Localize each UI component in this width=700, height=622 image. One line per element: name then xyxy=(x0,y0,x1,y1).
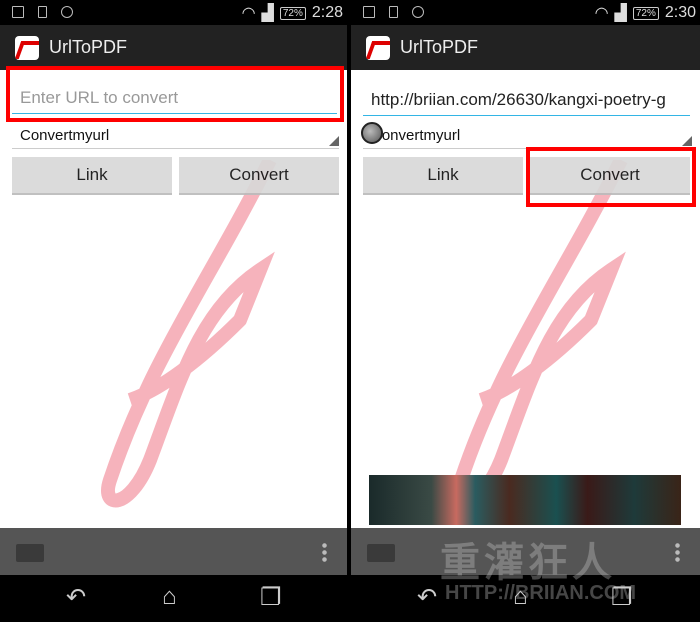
back-icon[interactable]: ↶ xyxy=(66,583,86,612)
status-bar: ◠ ▟ 72% 2:30 xyxy=(351,0,700,25)
bottom-bar xyxy=(0,528,347,575)
recent-apps-icon[interactable]: ❐ xyxy=(260,583,282,612)
battery-icon: 72% xyxy=(632,6,659,20)
highlight-box xyxy=(526,147,696,207)
url-input[interactable]: http://briian.com/26630/kangxi-poetry-g xyxy=(363,86,690,116)
folder-icon[interactable] xyxy=(16,544,44,562)
mode-spinner[interactable]: Convertmyurl xyxy=(12,123,339,149)
screen-before: ◠ ▟ 72% 2:28 UrlToPDF Enter URL to convert … xyxy=(0,0,347,622)
ad-banner[interactable] xyxy=(369,475,681,525)
wifi-icon: ◠ xyxy=(594,5,609,22)
pdf-watermark-logo xyxy=(452,160,628,508)
overflow-menu-icon[interactable] xyxy=(675,542,680,562)
home-icon[interactable]: ⌂ xyxy=(162,583,177,611)
battery-icon: 72% xyxy=(279,6,306,20)
convert-button[interactable]: Convert xyxy=(179,157,339,195)
signal-icon: ▟ xyxy=(614,5,627,22)
phone-icon xyxy=(389,6,398,18)
action-bar: UrlToPDF xyxy=(0,25,347,70)
signal-icon: ▟ xyxy=(261,5,274,22)
folder-icon[interactable] xyxy=(367,544,395,562)
site-watermark-url: HTTP://BRIIAN.COM xyxy=(445,582,637,604)
action-bar: UrlToPDF xyxy=(351,25,700,70)
pdf-watermark-logo xyxy=(101,160,277,508)
overflow-menu-icon[interactable] xyxy=(322,542,327,562)
highlight-box xyxy=(6,66,344,122)
link-button[interactable]: Link xyxy=(363,157,523,195)
nav-bar: ↶ ⌂ ❐ xyxy=(0,575,347,622)
wifi-icon: ◠ xyxy=(241,5,256,22)
image-icon xyxy=(12,6,24,18)
text-cursor-handle[interactable] xyxy=(361,122,383,144)
site-watermark: 重灌狂人 xyxy=(440,541,616,585)
content: Enter URL to convert Convertmyurl Link C… xyxy=(0,66,347,528)
back-icon[interactable]: ↶ xyxy=(417,583,437,612)
screen-after: ◠ ▟ 72% 2:30 UrlToPDF http://briian.com/266… xyxy=(351,0,700,622)
status-bar: ◠ ▟ 72% 2:28 xyxy=(0,0,347,25)
app-title: UrlToPDF xyxy=(400,37,479,57)
content: http://briian.com/26630/kangxi-poetry-g … xyxy=(351,70,700,528)
clock: 2:28 xyxy=(311,4,343,21)
image-icon xyxy=(363,6,375,18)
alarm-icon xyxy=(412,6,424,18)
app-logo xyxy=(15,35,39,60)
phone-icon xyxy=(38,6,47,18)
app-title: UrlToPDF xyxy=(49,37,128,57)
clock: 2:30 xyxy=(664,4,696,21)
mode-spinner[interactable]: Convertmyurl xyxy=(363,123,692,149)
app-logo xyxy=(366,35,390,60)
link-button[interactable]: Link xyxy=(12,157,172,195)
alarm-icon xyxy=(61,6,73,18)
